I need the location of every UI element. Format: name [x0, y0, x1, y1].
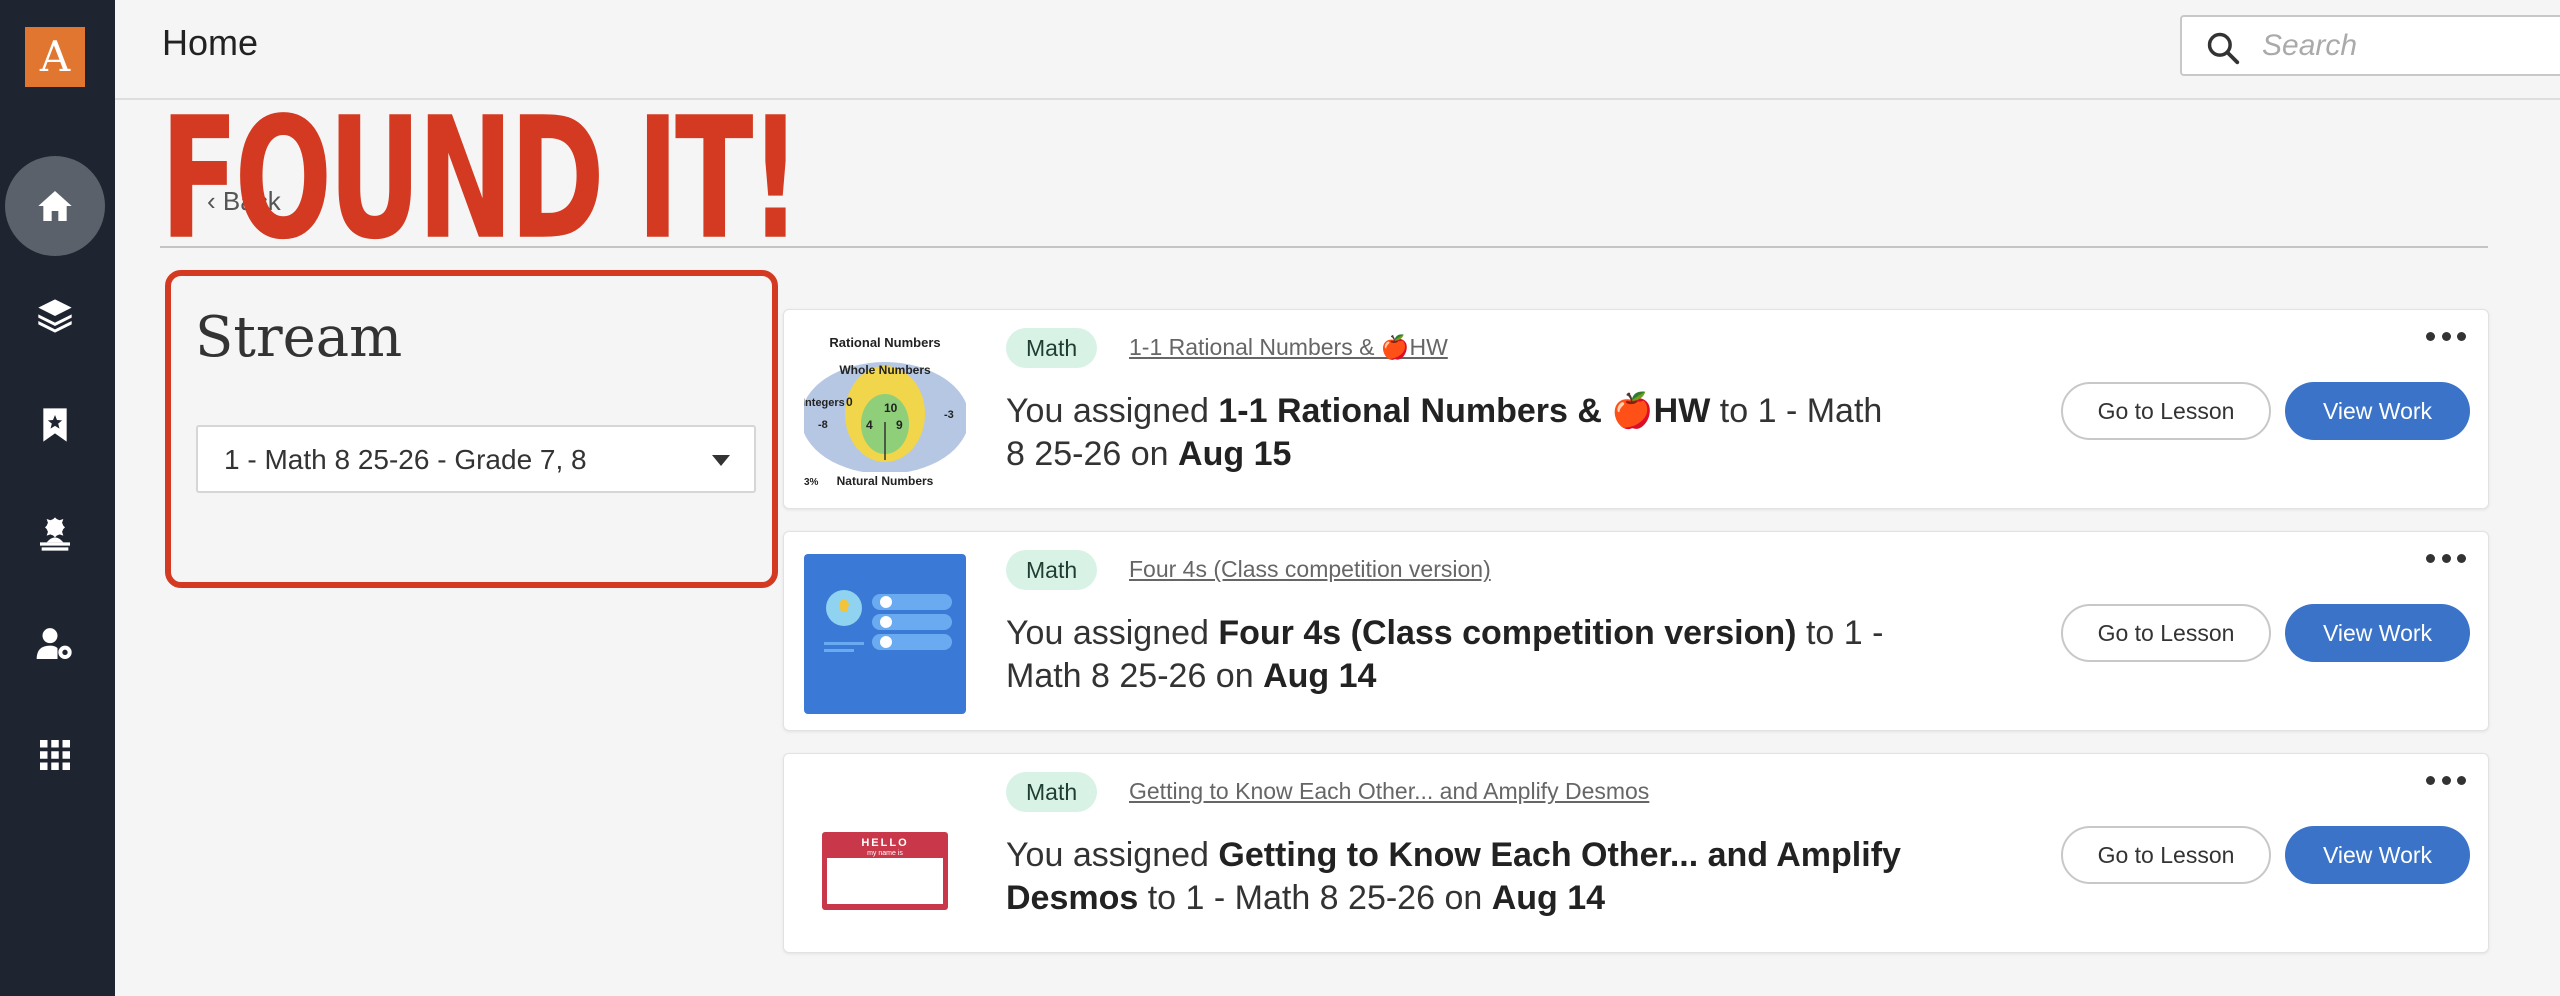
apps-grid-icon	[40, 740, 70, 770]
teacher-icon	[40, 517, 70, 551]
stream-title: Stream	[195, 305, 403, 370]
more-options-icon[interactable]	[2426, 332, 2466, 342]
assignment-card: Math Four 4s (Class competition version)…	[783, 531, 2489, 731]
class-select-value: 1 - Math 8 25-26 - Grade 7, 8	[224, 444, 587, 475]
svg-text:4: 4	[866, 418, 873, 432]
view-work-button[interactable]: View Work	[2285, 604, 2470, 662]
four-4s-thumbnail	[804, 554, 966, 714]
found-it-banner: FOUND IT!	[160, 80, 802, 277]
assignment-description: You assigned Getting to Know Each Other.…	[1006, 836, 1901, 917]
svg-text:-8: -8	[818, 419, 828, 431]
view-work-button[interactable]: View Work	[2285, 382, 2470, 440]
sidebar-item-home[interactable]	[5, 156, 105, 256]
more-options-icon[interactable]	[2426, 554, 2466, 564]
subject-tag: Math	[1006, 328, 1098, 368]
svg-text:3%: 3%	[804, 477, 819, 488]
search-icon	[2207, 32, 2240, 65]
assignment-card: Rational Numbers Whole Numbers Integers …	[783, 309, 2489, 509]
svg-text:9: 9	[896, 418, 903, 432]
lesson-link[interactable]: 1-1 Rational Numbers & 🍎HW	[1129, 334, 1448, 361]
thumb-integers-label: Integers	[804, 397, 845, 409]
bookmark-star-icon	[43, 408, 67, 442]
caret-down-icon	[712, 455, 730, 466]
assignment-card: HELLO my name is Math Getting to Know Ea…	[783, 753, 2489, 953]
svg-text:-3: -3	[944, 409, 954, 421]
thumb-title: Rational Numbers	[829, 335, 940, 350]
view-work-button[interactable]: View Work	[2285, 826, 2470, 884]
thumb-name-is: my name is	[867, 850, 903, 857]
rational-numbers-thumbnail: Rational Numbers Whole Numbers Integers …	[804, 332, 966, 492]
search-input[interactable]	[2262, 21, 2560, 71]
header-divider	[160, 246, 2488, 248]
go-to-lesson-button[interactable]: Go to Lesson	[2061, 382, 2271, 440]
assignment-description: You assigned Four 4s (Class competition …	[1006, 614, 1884, 695]
hello-name-tag-thumbnail: HELLO my name is	[804, 776, 966, 936]
sidebar-item-content[interactable]	[5, 266, 105, 366]
home-icon	[38, 191, 72, 221]
more-options-icon[interactable]	[2426, 776, 2466, 786]
thumb-natural-label: Natural Numbers	[837, 474, 934, 488]
lesson-link[interactable]: Getting to Know Each Other... and Amplif…	[1129, 778, 1649, 805]
sidebar-item-bookmarks[interactable]	[5, 375, 105, 475]
svg-text:10: 10	[884, 401, 898, 415]
thumb-whole-label: Whole Numbers	[839, 363, 931, 377]
subject-tag: Math	[1006, 550, 1098, 590]
app-logo[interactable]: A	[25, 27, 85, 87]
sidebar: A	[0, 0, 115, 996]
page-title: Home	[162, 22, 259, 63]
svg-text:0: 0	[846, 395, 853, 409]
user-settings-icon	[36, 628, 72, 659]
layers-icon	[38, 299, 72, 333]
sidebar-item-apps[interactable]	[5, 705, 105, 805]
sidebar-item-teacher[interactable]	[5, 484, 105, 584]
sidebar-item-user-settings[interactable]	[5, 594, 105, 694]
search-box[interactable]	[2180, 15, 2560, 76]
thumb-hello: HELLO	[861, 837, 908, 849]
lesson-link[interactable]: Four 4s (Class competition version)	[1129, 556, 1491, 583]
assignment-description: You assigned 1-1 Rational Numbers & 🍎HW …	[1006, 392, 1883, 473]
subject-tag: Math	[1006, 772, 1098, 812]
go-to-lesson-button[interactable]: Go to Lesson	[2061, 826, 2271, 884]
go-to-lesson-button[interactable]: Go to Lesson	[2061, 604, 2271, 662]
class-select[interactable]: 1 - Math 8 25-26 - Grade 7, 8	[196, 425, 756, 493]
